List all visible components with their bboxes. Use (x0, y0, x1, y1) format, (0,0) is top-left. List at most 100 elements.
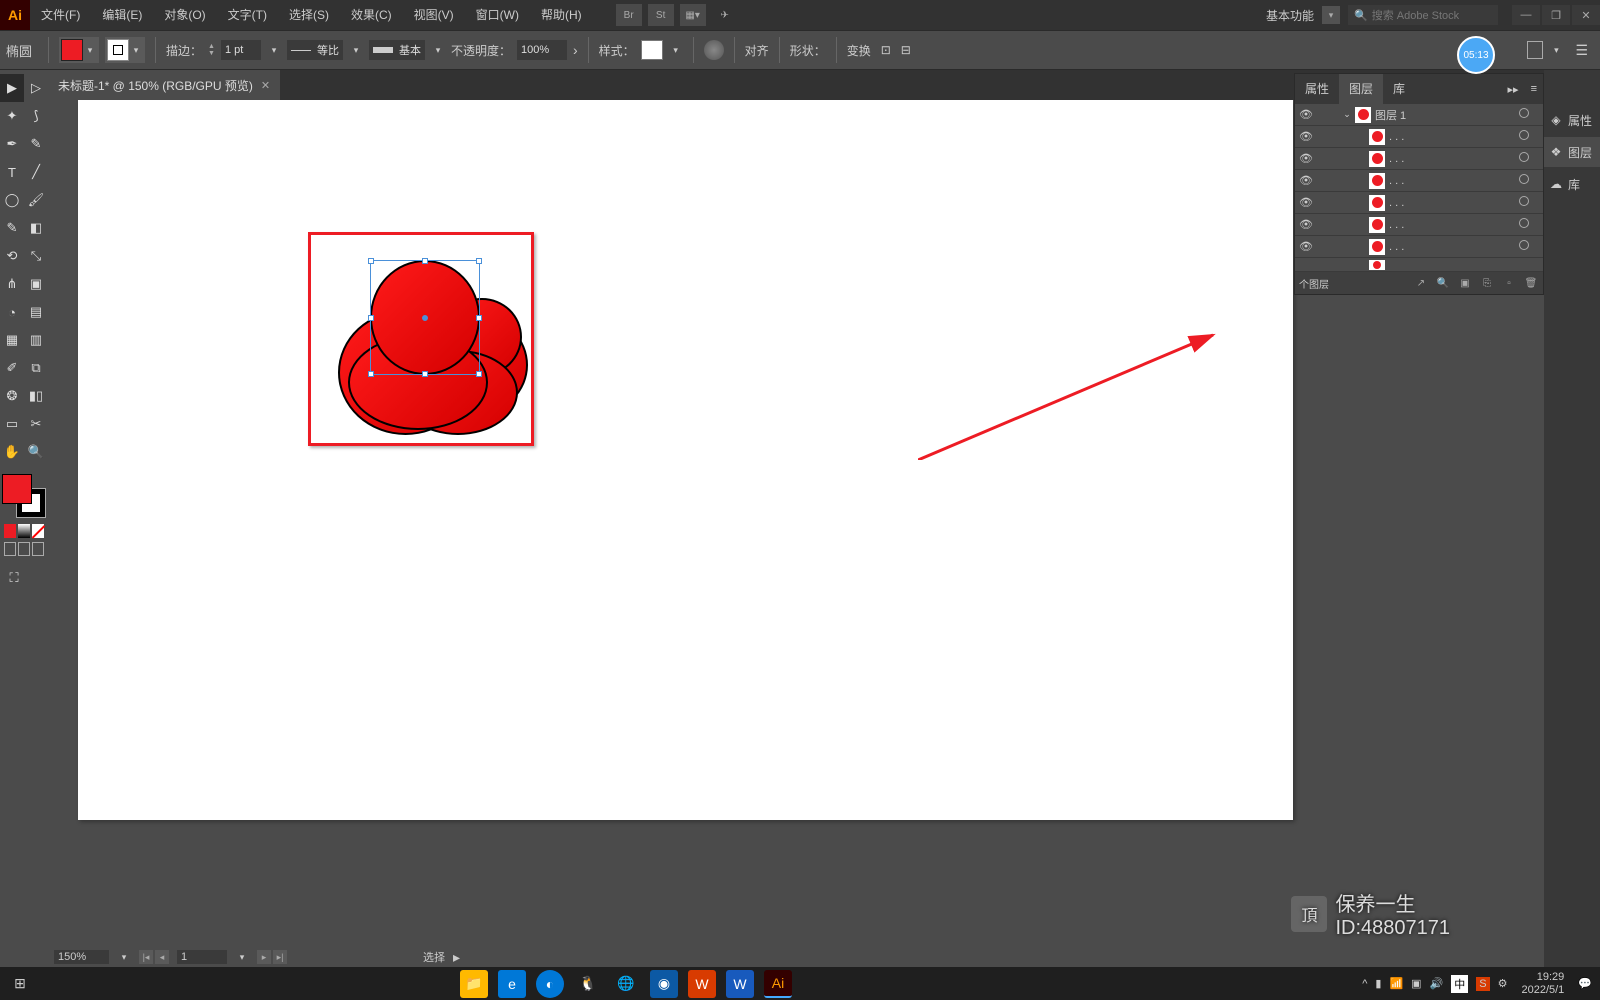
rotate-tool[interactable]: ⟲ (0, 242, 24, 270)
free-transform-tool[interactable]: ▣ (24, 270, 48, 298)
screen-mode-icon[interactable]: ⛶ (2, 564, 26, 592)
width-tool[interactable]: ⋔ (0, 270, 24, 298)
line-tool[interactable]: ╱ (24, 158, 48, 186)
isolate2-icon[interactable]: ⊟ (901, 43, 911, 57)
tab-layers[interactable]: 图层 (1339, 74, 1383, 104)
artboard-tool[interactable]: ▭ (0, 410, 24, 438)
transform-label[interactable]: 变换 (847, 42, 871, 59)
gradient-tool[interactable]: ▥ (24, 326, 48, 354)
visibility-toggle-icon[interactable]: 👁 (1295, 130, 1317, 143)
fill-swatch[interactable]: ▾ (59, 37, 99, 63)
fill-color-swatch[interactable] (2, 474, 32, 504)
stock-search-input[interactable]: 🔍 搜索 Adobe Stock (1348, 5, 1498, 25)
perspective-tool[interactable]: ▤ (24, 298, 48, 326)
rail-library[interactable]: ☁库 (1544, 169, 1600, 199)
visibility-toggle-icon[interactable]: 👁 (1295, 240, 1317, 253)
menu-effect[interactable]: 效果(C) (340, 0, 403, 30)
next-page-icon[interactable]: ▸ (257, 950, 271, 964)
menu-help[interactable]: 帮助(H) (530, 0, 593, 30)
layer-row-item[interactable]: 👁. . . (1295, 126, 1543, 148)
target-icon[interactable] (1515, 108, 1533, 121)
layer-row-item[interactable]: 👁. . . (1295, 214, 1543, 236)
hand-tool[interactable]: ✋ (0, 438, 24, 466)
delete-layer-icon[interactable]: 🗑 (1523, 275, 1539, 291)
new-sublayer-icon[interactable]: ⎘ (1479, 275, 1495, 291)
panel-menu-icon[interactable]: ≡ (1525, 83, 1543, 95)
gradient-mode-icon[interactable] (18, 524, 30, 538)
scale-tool[interactable]: ⤡ (24, 242, 48, 270)
rail-layers[interactable]: ❖图层 (1544, 137, 1600, 167)
draw-normal-icon[interactable] (4, 542, 16, 556)
last-page-icon[interactable]: ▸| (273, 950, 287, 964)
magic-wand-tool[interactable]: ✦ (0, 102, 24, 130)
wps-icon[interactable]: W (688, 970, 716, 998)
taskbar-clock[interactable]: 19:29 2022/5/1 (1515, 971, 1570, 995)
visibility-toggle-icon[interactable]: 👁 (1295, 196, 1317, 209)
recolor-icon[interactable] (704, 40, 724, 60)
fill-stroke-swatch[interactable] (2, 474, 46, 518)
close-icon[interactable]: ✕ (1572, 5, 1600, 25)
layer-row-parent[interactable]: 👁 ⌄ 图层 1 (1295, 104, 1543, 126)
qq-icon[interactable]: 🐧 (574, 970, 602, 998)
illustrator-icon[interactable]: Ai (764, 970, 792, 998)
ellipse-tool[interactable]: ◯ (0, 186, 24, 214)
layer-row-item[interactable]: 👁. . . (1295, 192, 1543, 214)
mesh-tool[interactable]: ▦ (0, 326, 24, 354)
visibility-toggle-icon[interactable]: 👁 (1295, 152, 1317, 165)
settings-icon[interactable]: ⚙ (1498, 977, 1508, 990)
opacity-input[interactable]: 100% (517, 40, 567, 60)
workspace-drop-icon[interactable]: ▾ (1322, 6, 1340, 24)
draw-behind-icon[interactable] (18, 542, 30, 556)
selection-tool[interactable]: ▶ (0, 74, 24, 102)
align-label[interactable]: 对齐 (745, 42, 769, 59)
layer-row-item[interactable]: 👁. . . (1295, 148, 1543, 170)
chrome-icon[interactable]: 🌐 (612, 970, 640, 998)
chevron-down-icon[interactable]: ▾ (267, 45, 281, 56)
stroke-swatch[interactable]: ▾ (105, 37, 145, 63)
maximize-icon[interactable]: ❐ (1542, 5, 1570, 25)
notifications-icon[interactable]: 💬 (1578, 977, 1592, 990)
type-tool[interactable]: T (0, 158, 24, 186)
shape-builder-tool[interactable]: ◔ (0, 298, 24, 326)
shaper-tool[interactable]: ✎ (0, 214, 24, 242)
start-button[interactable]: ⊞ (0, 975, 40, 992)
stroke-up-icon[interactable]: ▲ (208, 43, 215, 50)
workspace-switcher[interactable]: 基本功能 (1258, 7, 1322, 24)
zoom-input[interactable]: 150% (54, 950, 109, 964)
drive-icon[interactable]: ▣ (1411, 977, 1421, 990)
expand-toggle-icon[interactable]: ⌄ (1339, 109, 1355, 120)
new-layer-icon[interactable]: ▫ (1501, 275, 1517, 291)
eyedropper-tool[interactable]: ✐ (0, 354, 24, 382)
rail-properties[interactable]: ◈属性 (1544, 105, 1600, 135)
gpu-icon[interactable]: ✈ (712, 4, 738, 26)
explorer-icon[interactable]: 📁 (460, 970, 488, 998)
menu-type[interactable]: 文字(T) (217, 0, 278, 30)
blend-tool[interactable]: ⧉ (24, 354, 48, 382)
edge-icon[interactable]: ◉ (650, 970, 678, 998)
artboard-nav-input[interactable]: 1 (177, 950, 227, 964)
layer-row-item[interactable]: 👁. . . (1295, 170, 1543, 192)
minimize-icon[interactable]: — (1512, 5, 1540, 25)
visibility-toggle-icon[interactable]: 👁 (1295, 218, 1317, 231)
status-more-icon[interactable]: ▸ (453, 949, 460, 966)
browser-icon[interactable]: ◐ (536, 970, 564, 998)
color-mode-icon[interactable] (4, 524, 16, 538)
stock-icon[interactable]: St (648, 4, 674, 26)
menu-window[interactable]: 窗口(W) (465, 0, 530, 30)
graph-tool[interactable]: ▮▯ (24, 382, 48, 410)
locate-object-icon[interactable]: ↗ (1413, 275, 1429, 291)
isolate-icon[interactable]: ⊡ (881, 43, 891, 57)
wifi-icon[interactable]: 📶 (1389, 977, 1403, 990)
stroke-down-icon[interactable]: ▼ (208, 50, 215, 57)
slice-tool[interactable]: ✂ (24, 410, 48, 438)
eraser-tool[interactable]: ◧ (24, 214, 48, 242)
prev-page-icon[interactable]: ◂ (155, 950, 169, 964)
tab-library[interactable]: 库 (1383, 74, 1415, 104)
draw-inside-icon[interactable] (32, 542, 44, 556)
brush-tool[interactable]: 🖌 (24, 186, 48, 214)
ime-indicator[interactable]: 中 (1451, 975, 1468, 993)
layer-row-item[interactable] (1295, 258, 1543, 272)
menu-object[interactable]: 对象(O) (153, 0, 216, 30)
tab-close-icon[interactable]: ✕ (261, 79, 270, 92)
layer-name[interactable]: 图层 1 (1375, 107, 1515, 123)
